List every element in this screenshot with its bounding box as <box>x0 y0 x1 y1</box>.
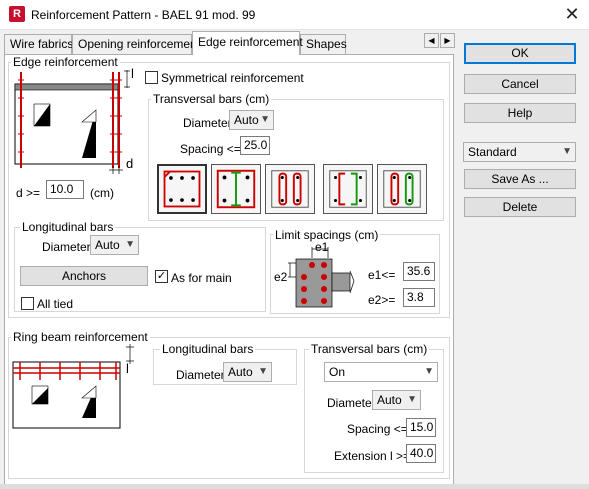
ring-extension-input[interactable]: 40.0 <box>406 444 436 463</box>
tab-scroll-right-icon[interactable]: ▶ <box>440 33 455 48</box>
ring-transversal-diameter-select[interactable]: Auto ▼ <box>372 390 421 410</box>
e1-label: e1<= <box>368 268 396 282</box>
ring-longitudinal-diameter-label: Diameter <box>176 368 225 382</box>
tab-scroll-left-icon[interactable]: ◀ <box>424 33 439 48</box>
chevron-down-icon: ▼ <box>258 366 268 377</box>
edge-diagram <box>14 70 130 174</box>
all-tied-checkbox[interactable] <box>21 297 34 310</box>
d-input[interactable]: 10.0 <box>46 180 84 199</box>
ring-transversal-diameter-label: Diameter <box>327 396 376 410</box>
pattern-4-thumbnail[interactable] <box>323 164 373 214</box>
transversal-diameter-value: Auto <box>234 113 259 127</box>
e2-input[interactable]: 3.8 <box>403 288 435 307</box>
chevron-down-icon: ▼ <box>125 239 135 250</box>
cancel-button[interactable]: Cancel <box>464 74 576 94</box>
chevron-down-icon: ▼ <box>562 146 572 157</box>
chevron-down-icon: ▼ <box>260 114 270 125</box>
ring-longitudinal-label: Longitudinal bars <box>160 342 256 356</box>
as-for-main-label: As for main <box>171 271 232 285</box>
save-as-button[interactable]: Save As ... <box>464 169 576 189</box>
tab-shapes[interactable]: Shapes <box>300 34 347 54</box>
d-label: d >= <box>16 186 41 200</box>
all-tied-label: All tied <box>37 297 74 311</box>
e1-input[interactable]: 35.6 <box>403 262 435 281</box>
tab-opening-reinforcement[interactable]: Opening reinforcement <box>72 34 200 54</box>
ring-beam-diagram <box>12 344 134 429</box>
tab-wire-fabrics[interactable]: Wire fabrics <box>4 34 73 54</box>
diagram-l-label: l <box>131 66 134 81</box>
anchors-button[interactable]: Anchors <box>20 266 148 286</box>
ring-transversal-spacing-label: Spacing <= <box>347 422 408 436</box>
window-title: Reinforcement Pattern - BAEL 91 mod. 99 <box>31 8 256 22</box>
ring-extension-label: Extension l >= <box>334 449 411 463</box>
ring-transversal-spacing-input[interactable]: 15.0 <box>406 418 436 437</box>
ring-transversal-mode-value: On <box>329 365 346 379</box>
edge-reinforcement-label: Edge reinforcement <box>11 55 120 69</box>
transversal-diameter-label: Diameter <box>183 116 232 130</box>
background-strip <box>0 484 589 489</box>
help-button[interactable]: Help <box>464 103 576 123</box>
tab-edge-reinforcement[interactable]: Edge reinforcement <box>192 31 303 55</box>
e2-tag: e2 <box>274 270 288 284</box>
title-bar: R Reinforcement Pattern - BAEL 91 mod. 9… <box>0 0 589 30</box>
preset-value: Standard <box>468 145 517 159</box>
delete-button[interactable]: Delete <box>464 197 576 217</box>
ring-transversal-label: Transversal bars (cm) <box>309 342 430 356</box>
pattern-1-thumbnail[interactable] <box>157 164 207 214</box>
symmetrical-reinforcement-checkbox[interactable] <box>145 71 158 84</box>
chevron-down-icon: ▼ <box>407 394 417 405</box>
d-unit-label: (cm) <box>90 186 114 200</box>
transversal-spacing-input[interactable]: 25.0 <box>240 136 270 155</box>
diagram-d-label: d <box>126 156 134 171</box>
as-for-main-checkbox[interactable]: ✓ <box>155 270 168 283</box>
longitudinal-diameter-select[interactable]: Auto ▼ <box>90 235 139 255</box>
transversal-diameter-select[interactable]: Auto ▼ <box>229 110 274 130</box>
ring-transversal-diameter-value: Auto <box>377 393 402 407</box>
transversal-bars-label: Transversal bars (cm) <box>151 92 272 106</box>
pattern-2-thumbnail[interactable] <box>211 164 261 214</box>
longitudinal-bars-label: Longitudinal bars <box>20 220 116 234</box>
app-logo-icon: R <box>9 6 25 22</box>
transversal-spacing-label: Spacing <= <box>180 142 241 156</box>
chevron-down-icon: ▼ <box>424 366 434 377</box>
ring-diagram-l-label: l <box>126 361 129 376</box>
preset-select[interactable]: Standard ▼ <box>463 142 576 162</box>
ring-longitudinal-diameter-select[interactable]: Auto ▼ <box>223 362 272 382</box>
close-icon[interactable]: ✕ <box>560 3 584 27</box>
ring-transversal-mode-select[interactable]: On ▼ <box>324 362 438 382</box>
pattern-3-thumbnail[interactable] <box>265 164 315 214</box>
longitudinal-diameter-value: Auto <box>95 238 120 252</box>
pattern-5-thumbnail[interactable] <box>377 164 427 214</box>
ok-button[interactable]: OK <box>464 43 576 64</box>
longitudinal-diameter-label: Diameter <box>42 240 91 254</box>
symmetrical-reinforcement-label: Symmetrical reinforcement <box>161 71 304 85</box>
e2-label: e2>= <box>368 293 396 307</box>
ring-longitudinal-diameter-value: Auto <box>228 365 253 379</box>
e1-tag: e1 <box>315 240 329 254</box>
